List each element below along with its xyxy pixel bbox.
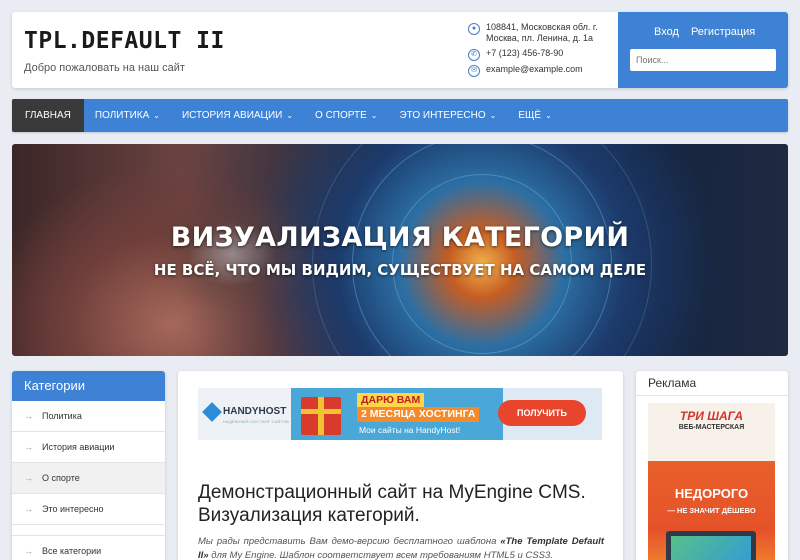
search-input[interactable]: [630, 49, 776, 71]
phone-icon: ✆: [468, 49, 480, 61]
contact-address: ● 108841, Московская обл. г. Москва, пл.…: [468, 22, 628, 46]
address-text: 108841, Московская обл. г. Москва, пл. Л…: [486, 22, 598, 43]
handyhost-logo-mark-icon: [202, 402, 222, 422]
chevron-down-icon: ⌄: [489, 111, 497, 120]
auth-panel: Вход Регистрация: [618, 12, 788, 88]
intro-text-end: для My Engine. Шаблон соответствует всем…: [208, 550, 553, 560]
sidebar-item-aviation-history[interactable]: → История авиации: [12, 432, 165, 463]
arrow-right-icon: →: [24, 442, 33, 452]
ad-title: Реклама: [636, 371, 788, 396]
nav-item-sport[interactable]: О СПОРТЕ ⌄: [304, 99, 388, 132]
mail-icon: ✉: [468, 65, 480, 77]
chevron-down-icon: ⌄: [286, 111, 294, 120]
contact-email: ✉ example@example.com: [468, 64, 628, 78]
sidebar-item-interesting[interactable]: → Это интересно: [12, 494, 165, 525]
nav-label: ИСТОРИЯ АВИАЦИИ: [181, 110, 283, 121]
nav-item-politics[interactable]: ПОЛИТИКА ⌄: [84, 99, 171, 132]
nav-label: ГЛАВНАЯ: [25, 110, 71, 121]
sidebar-item-sport[interactable]: → О спорте: [12, 463, 165, 494]
contacts-block: ● 108841, Московская обл. г. Москва, пл.…: [468, 22, 628, 78]
main-content: HANDYHOST НАДЁЖНЫЙ ХОСТИНГ САЙТОВ ДАРЮ В…: [178, 371, 623, 560]
hero-subtitle: НЕ ВСЁ, ЧТО МЫ ВИДИМ, СУЩЕСТВУЕТ НА САМО…: [153, 261, 647, 279]
nav-label: ПОЛИТИКА: [94, 110, 150, 121]
chevron-down-icon: ⌄: [370, 111, 378, 120]
ad-sidebar: Реклама ТРИ ШАГА ВЕБ-МАСТЕРСКАЯ НЕДОРОГО…: [636, 371, 788, 560]
banner-logo-subtext: НАДЁЖНЫЙ ХОСТИНГ САЙТОВ: [223, 419, 290, 424]
arrow-right-icon: →: [24, 546, 33, 556]
banner-logo-text: HANDYHOST: [223, 406, 287, 417]
nav-label: ЭТО ИНТЕРЕСНО: [399, 110, 486, 121]
sidebar-item-label: История авиации: [42, 442, 115, 452]
sidebar-item-all-categories[interactable]: → Все категории: [12, 535, 165, 560]
categories-sidebar: Категории → Политика → История авиации → О …: [12, 371, 165, 560]
phone-text: +7 (123) 456-78-90: [486, 48, 564, 58]
hero-title: ВИЗУАЛИЗАЦИЯ КАТЕГОРИЙ: [170, 222, 630, 253]
register-link[interactable]: Регистрация: [691, 26, 755, 38]
nav-item-more[interactable]: ЕЩЁ ⌄: [507, 99, 562, 132]
banner-offer-line1: ДАРЮ ВАМ: [357, 393, 425, 408]
ad-banner[interactable]: ТРИ ШАГА ВЕБ-МАСТЕРСКАЯ НЕДОРОГО — НЕ ЗН…: [648, 403, 775, 560]
sidebar-item-politics[interactable]: → Политика: [12, 401, 165, 432]
header: TPL.DEFAULT II Добро пожаловать на наш с…: [12, 12, 788, 88]
auth-links: Вход Регистрация: [654, 26, 764, 38]
site-tagline: Добро пожаловать на наш сайт: [24, 62, 185, 74]
nav-item-aviation-history[interactable]: ИСТОРИЯ АВИАЦИИ ⌄: [171, 99, 304, 132]
nav-label: О СПОРТЕ: [315, 110, 367, 121]
arrow-right-icon: →: [24, 473, 33, 483]
nav-label: ЕЩЁ: [518, 110, 542, 121]
sidebar-item-label: Политика: [42, 411, 82, 421]
main-nav: ГЛАВНАЯ ПОЛИТИКА ⌄ ИСТОРИЯ АВИАЦИИ ⌄ О СПО…: [12, 99, 788, 132]
gift-icon: [301, 397, 341, 435]
login-link[interactable]: Вход: [654, 26, 679, 38]
arrow-right-icon: →: [24, 504, 33, 514]
banner-offer-line3: Мои сайты на HandyHost!: [359, 425, 461, 435]
ad-subheadline: — НЕ ЗНАЧИТ ДЁШЕВО: [667, 506, 756, 515]
nav-item-home[interactable]: ГЛАВНАЯ: [12, 99, 84, 132]
banner-offer-line2: 2 МЕСЯЦА ХОСТИНГА: [357, 407, 480, 422]
ad-headline: НЕДОРОГО: [674, 486, 749, 501]
ad-brand: ТРИ ШАГА: [679, 409, 744, 423]
chevron-down-icon: ⌄: [545, 111, 552, 120]
intro-text-start: Мы рады представить Вам демо-версию бесп…: [198, 536, 501, 547]
chevron-down-icon: ⌄: [153, 111, 160, 120]
banner-offer: ДАРЮ ВАМ 2 МЕСЯЦА ХОСТИНГА Мои сайты на …: [291, 388, 503, 440]
handyhost-logo: HANDYHOST НАДЁЖНЫЙ ХОСТИНГ САЙТОВ: [198, 388, 291, 440]
ad-brand-subtitle: ВЕБ-МАСТЕРСКАЯ: [678, 424, 745, 431]
get-offer-button[interactable]: ПОЛУЧИТЬ: [498, 400, 586, 426]
sidebar-title: Категории: [12, 371, 165, 401]
sidebar-item-label: О спорте: [42, 473, 80, 483]
devices-illustration: [666, 531, 756, 560]
arrow-right-icon: →: [24, 411, 33, 421]
intro-paragraph: Мы рады представить Вам демо-версию бесп…: [198, 535, 604, 560]
location-pin-icon: ●: [468, 23, 480, 35]
contact-phone: ✆ +7 (123) 456-78-90: [468, 48, 628, 64]
promo-banner[interactable]: HANDYHOST НАДЁЖНЫЙ ХОСТИНГ САЙТОВ ДАРЮ В…: [198, 388, 602, 440]
email-text[interactable]: example@example.com: [486, 64, 583, 74]
page-title: Демонстрационный сайт на MyEngine CMS. В…: [198, 482, 586, 526]
sidebar-item-label: Все категории: [42, 546, 102, 556]
hero-banner: ВИЗУАЛИЗАЦИЯ КАТЕГОРИЙ НЕ ВСЁ, ЧТО МЫ ВИ…: [12, 144, 788, 356]
nav-item-interesting[interactable]: ЭТО ИНТЕРЕСНО ⌄: [388, 99, 507, 132]
sidebar-item-label: Это интересно: [42, 504, 104, 514]
site-title[interactable]: TPL.DEFAULT II: [24, 28, 225, 54]
